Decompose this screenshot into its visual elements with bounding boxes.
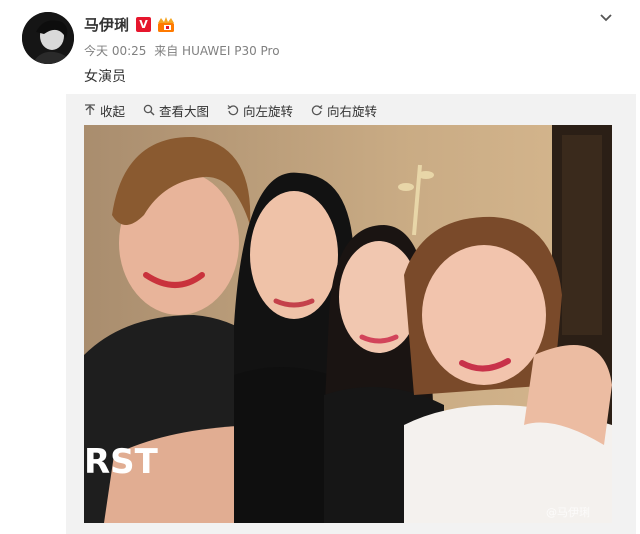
rotate-right-icon [311,105,323,116]
weibo-post: 马伊琍 V 今天 00:25 来自 HUAWEI P30 Pro 女演员 收起 [0,0,640,534]
avatar[interactable] [22,12,74,64]
photo-watermark: @马伊琍 [546,506,590,519]
post-source: 来自 HUAWEI P30 Pro [154,44,280,58]
collapse-label: 收起 [100,103,126,119]
verified-icon: V [136,17,151,32]
svg-text:RST: RST [84,442,159,482]
rotate-right-label: 向右旋转 [327,103,378,119]
avatar-photo-icon [22,12,74,64]
rotate-left-label: 向左旋转 [243,103,294,119]
member-crown-icon [156,15,176,33]
post-text: 女演员 [84,69,126,85]
rotate-left-button[interactable]: 向左旋转 [227,101,293,120]
view-large-button[interactable]: 查看大图 [143,101,209,120]
post-photo[interactable]: RST [84,125,612,523]
group-selfie-photo-icon: RST [84,125,612,523]
rotate-left-icon [227,105,239,116]
search-icon [143,104,155,116]
post-time[interactable]: 今天 00:25 [84,44,146,58]
collapse-button[interactable]: 收起 [84,101,125,120]
collapse-icon [85,104,95,115]
view-large-label: 查看大图 [159,103,210,119]
chevron-down-icon[interactable] [598,10,614,26]
rotate-right-button[interactable]: 向右旋转 [311,101,377,120]
post-meta: 今天 00:25 来自 HUAWEI P30 Pro [84,42,284,59]
media-toolbar: 收起 查看大图 向左旋转 向右旋转 [84,101,395,119]
author-name[interactable]: 马伊琍 [84,14,129,35]
